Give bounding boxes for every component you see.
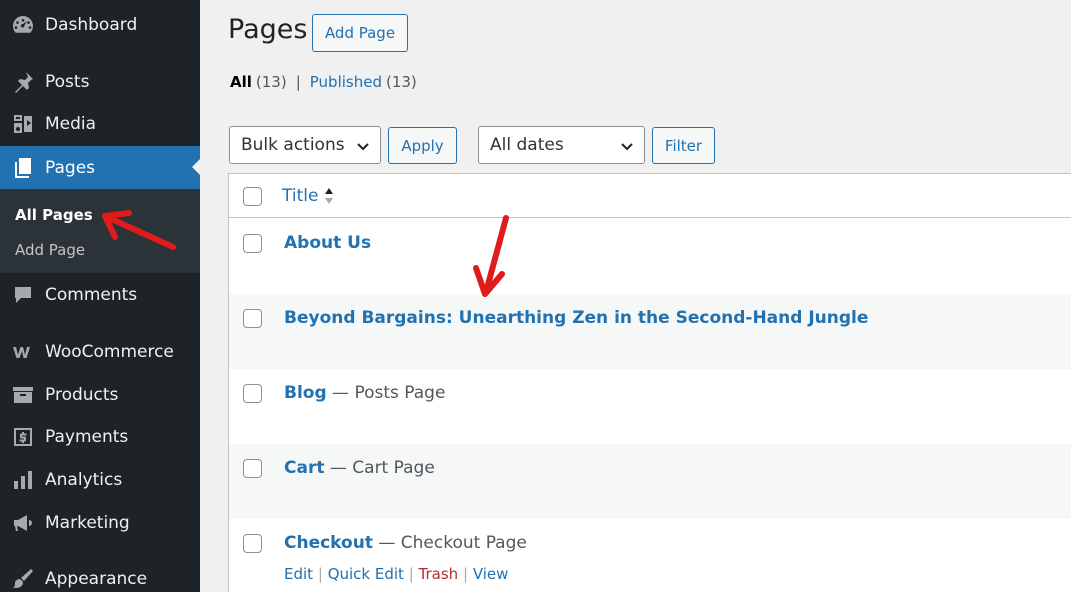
chevron-down-icon <box>621 143 633 151</box>
view-all-link[interactable]: All <box>230 73 252 91</box>
row-checkbox[interactable] <box>243 459 262 478</box>
view-all-count: (13) <box>255 73 287 91</box>
bulk-actions-select[interactable]: Bulk actions <box>229 126 381 164</box>
row-title: Beyond Bargains: Unearthing Zen in the S… <box>284 308 868 328</box>
sort-icon <box>325 188 334 204</box>
page-title-link[interactable]: Blog <box>284 383 327 403</box>
sidebar-item-dashboard[interactable]: Dashboard <box>0 4 200 46</box>
row-title: Cart — Cart Page <box>284 458 435 478</box>
bulk-actions-value: Bulk actions <box>241 135 345 155</box>
table-row: Beyond Bargains: Unearthing Zen in the S… <box>229 294 1071 369</box>
dollar-icon <box>0 425 45 449</box>
page-title-link[interactable]: Checkout <box>284 533 373 553</box>
trash-link[interactable]: Trash <box>419 565 459 583</box>
row-checkbox[interactable] <box>243 384 262 403</box>
pages-icon <box>0 156 45 180</box>
chevron-down-icon <box>357 143 369 151</box>
submenu-add-page[interactable]: Add Page <box>15 241 85 259</box>
add-page-button[interactable]: Add Page <box>312 14 408 52</box>
bar-chart-icon <box>0 468 45 492</box>
edit-link[interactable]: Edit <box>284 565 313 583</box>
view-link[interactable]: View <box>473 565 509 583</box>
title-header-label: Title <box>282 186 319 206</box>
view-separator: | <box>295 73 301 91</box>
submenu-all-pages[interactable]: All Pages <box>15 206 93 224</box>
apply-button[interactable]: Apply <box>388 127 457 164</box>
pages-table: Title About Us Beyond Bargains: Unearthi… <box>228 173 1071 592</box>
sidebar-item-appearance[interactable]: Appearance <box>0 558 200 592</box>
page-title-link[interactable]: Cart <box>284 458 324 478</box>
archive-icon <box>0 383 45 407</box>
filter-button[interactable]: Filter <box>652 127 715 164</box>
sidebar-item-marketing[interactable]: Marketing <box>0 502 200 544</box>
brush-icon <box>0 567 45 591</box>
table-header: Title <box>229 174 1071 218</box>
woocommerce-icon <box>0 340 45 364</box>
row-title: Checkout — Checkout Page <box>284 533 527 553</box>
sidebar-item-analytics[interactable]: Analytics <box>0 459 200 501</box>
sidebar-item-products[interactable]: Products <box>0 374 200 416</box>
table-row: Checkout — Checkout Page Edit | Quick Ed… <box>229 519 1071 592</box>
sidebar-item-payments[interactable]: Payments <box>0 416 200 458</box>
table-row: About Us <box>229 219 1071 294</box>
sidebar-item-label: WooCommerce <box>45 342 174 362</box>
dashboard-icon <box>0 13 45 37</box>
pages-submenu: All Pages Add Page <box>0 189 200 273</box>
row-checkbox[interactable] <box>243 309 262 328</box>
admin-sidebar: Dashboard Posts Media Pages All Pages Ad… <box>0 0 200 592</box>
page-title-link[interactable]: Beyond Bargains: Unearthing Zen in the S… <box>284 308 868 328</box>
post-state: — Checkout Page <box>372 533 527 553</box>
sidebar-item-posts[interactable]: Posts <box>0 61 200 103</box>
table-row: Cart — Cart Page <box>229 444 1071 519</box>
sidebar-item-pages[interactable]: Pages <box>0 146 200 189</box>
page-title-link[interactable]: About Us <box>284 233 371 253</box>
pin-icon <box>0 70 45 94</box>
main-content: Pages Add Page All (13) | Published (13)… <box>200 0 1071 592</box>
post-state: — Posts Page <box>326 383 446 403</box>
sidebar-item-label: Analytics <box>45 470 123 490</box>
dates-select[interactable]: All dates <box>478 126 645 164</box>
row-actions: Edit | Quick Edit | Trash | View <box>284 565 508 583</box>
sidebar-item-label: Media <box>45 114 97 134</box>
table-row: Blog — Posts Page <box>229 369 1071 444</box>
sidebar-item-label: Marketing <box>45 513 130 533</box>
sidebar-item-label: Payments <box>45 427 129 447</box>
row-checkbox[interactable] <box>243 234 262 253</box>
sidebar-item-label: Products <box>45 385 119 405</box>
title-column-header[interactable]: Title <box>282 186 334 206</box>
megaphone-icon <box>0 511 45 535</box>
row-title: About Us <box>284 233 371 253</box>
post-state: — Cart Page <box>324 458 435 478</box>
comment-icon <box>0 283 45 307</box>
row-title: Blog — Posts Page <box>284 383 445 403</box>
quick-edit-link[interactable]: Quick Edit <box>328 565 404 583</box>
select-all-checkbox[interactable] <box>243 187 262 206</box>
view-filters: All (13) | Published (13) <box>230 73 417 91</box>
sidebar-item-comments[interactable]: Comments <box>0 274 200 316</box>
sidebar-item-label: Dashboard <box>45 15 138 35</box>
sidebar-item-label: Comments <box>45 285 138 305</box>
sidebar-item-label: Pages <box>45 157 96 178</box>
view-published-link[interactable]: Published <box>310 73 382 91</box>
dates-value: All dates <box>490 135 564 155</box>
action-separator: | <box>408 565 414 583</box>
action-separator: | <box>462 565 469 583</box>
page-title: Pages <box>228 14 308 45</box>
sidebar-item-label: Posts <box>45 72 90 92</box>
sidebar-item-label: Appearance <box>45 569 148 589</box>
row-checkbox[interactable] <box>243 534 262 553</box>
sidebar-item-woocommerce[interactable]: WooCommerce <box>0 331 200 373</box>
action-separator: | <box>317 565 323 583</box>
view-published-count: (13) <box>385 73 417 91</box>
media-icon <box>0 112 45 136</box>
sidebar-item-media[interactable]: Media <box>0 103 200 145</box>
